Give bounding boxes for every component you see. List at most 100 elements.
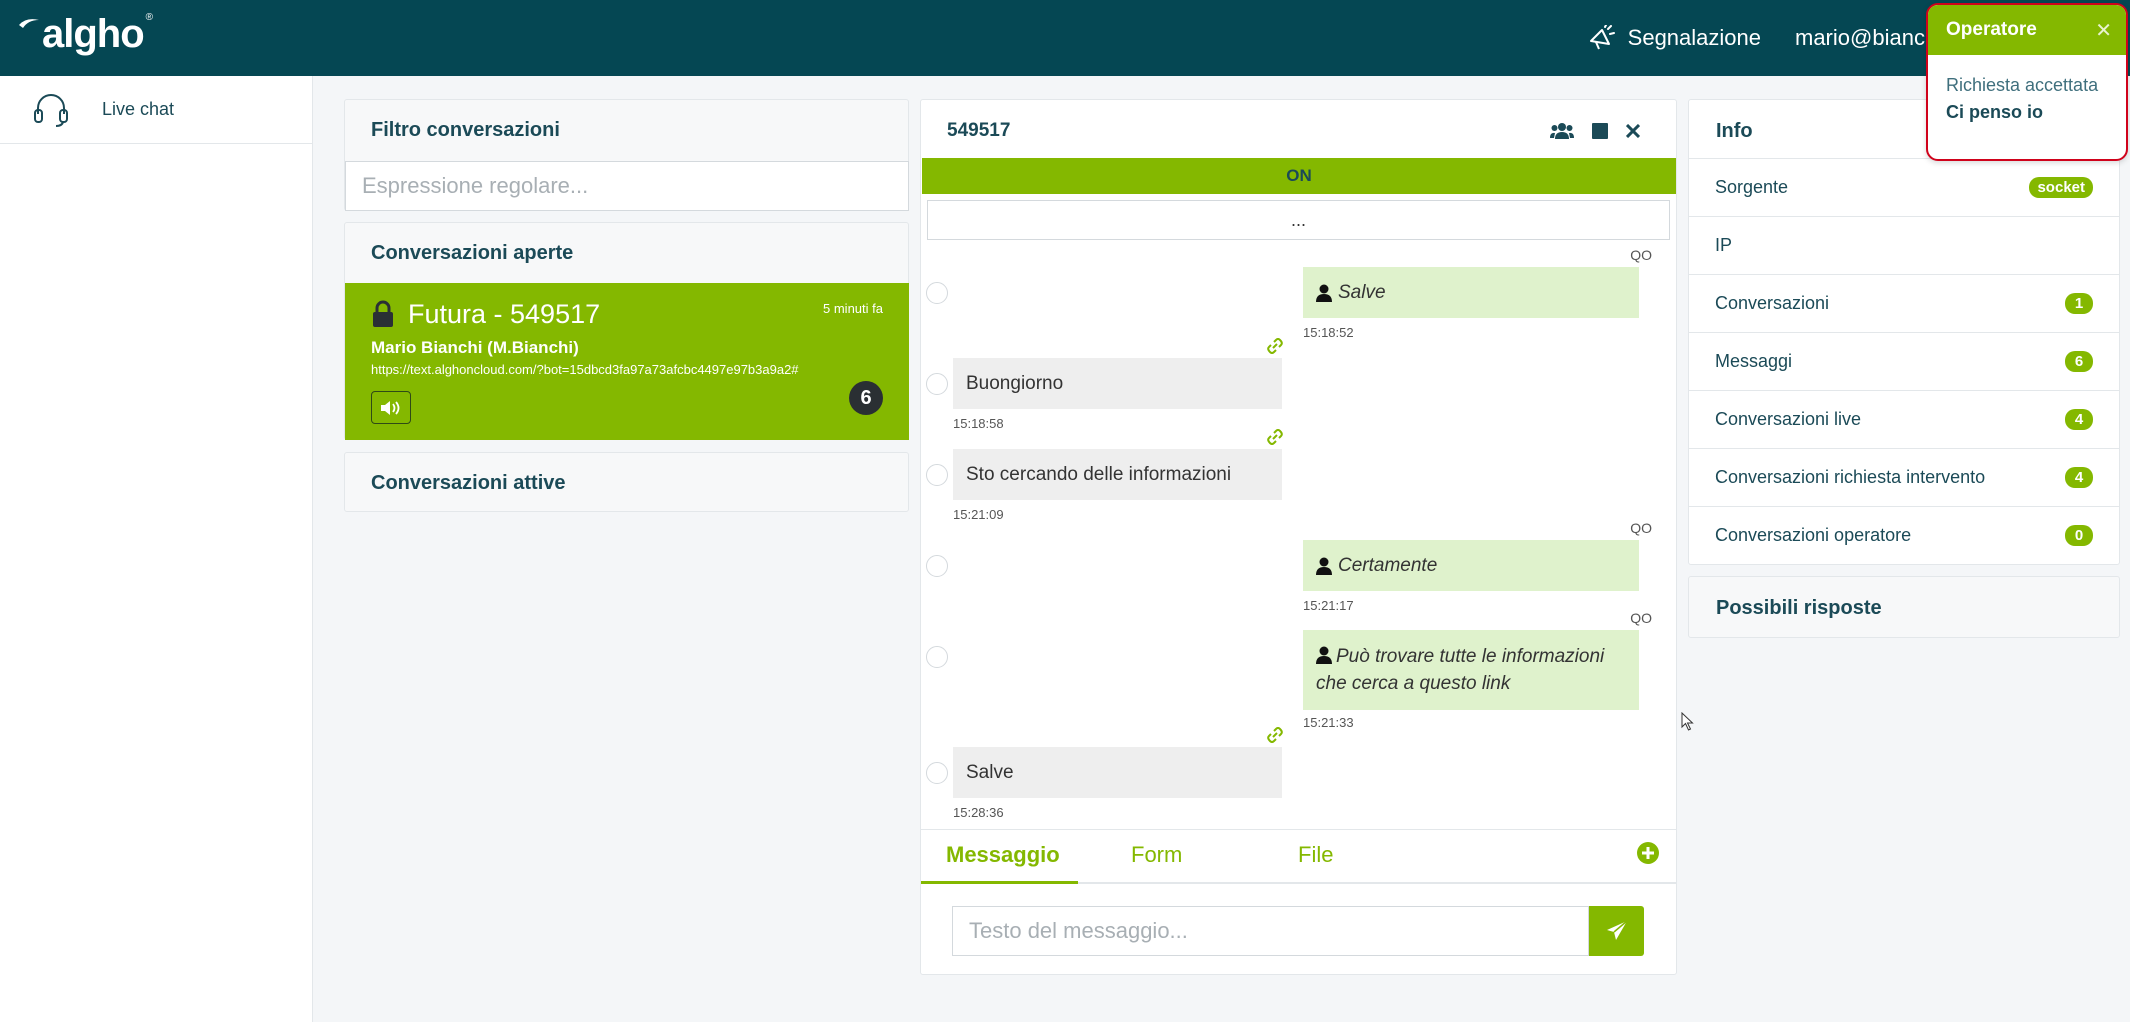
report-button[interactable]: Segnalazione <box>1588 25 1761 51</box>
user-message: Salve <box>953 747 1282 798</box>
message-time: 15:18:52 <box>1303 325 1354 340</box>
message-sender: QO <box>1630 610 1652 626</box>
message-select-radio[interactable] <box>926 464 948 486</box>
conversation-user: Mario Bianchi (M.Bianchi) <box>371 338 579 357</box>
info-title: Info <box>1716 120 1753 142</box>
message-sender: QO <box>1630 247 1652 263</box>
notification-message: Richiesta accettata <box>1946 75 2099 95</box>
report-label: Segnalazione <box>1627 25 1761 50</box>
message-select-radio[interactable] <box>926 282 948 304</box>
active-tab-indicator <box>921 881 1078 884</box>
sound-toggle-button[interactable] <box>371 391 411 424</box>
chat-id: 549517 <box>947 120 1011 141</box>
users-icon[interactable] <box>1550 122 1574 140</box>
message-time: 15:28:36 <box>953 805 1004 820</box>
info-row-conversazioni-operatore: Conversazioni operatore 0 <box>1689 506 2119 564</box>
link-icon[interactable] <box>1267 338 1283 354</box>
algho-logo[interactable]: algho ® <box>18 12 153 57</box>
link-icon[interactable] <box>1267 727 1283 743</box>
close-icon[interactable]: ✕ <box>2095 18 2112 43</box>
tab-form[interactable]: Form <box>1131 842 1182 868</box>
sidebar-item-label: Live chat <box>102 99 175 119</box>
logo-text: algho <box>42 12 145 56</box>
user-message: Buongiorno <box>953 358 1282 409</box>
possible-answers-panel[interactable]: Possibili risposte <box>1688 576 2120 638</box>
lock-icon <box>373 300 393 327</box>
info-row-conversazioni-live: Conversazioni live 4 <box>1689 390 2119 448</box>
message-text-line2: che cerca a questo link <box>1316 673 1511 694</box>
message-text: Certamente <box>1338 555 1438 576</box>
conversation-card[interactable]: Futura - 549517 5 minuti fa Mario Bianch… <box>345 283 909 440</box>
info-panel: Info Sorgente socket IP Conversazioni 1 … <box>1688 99 2120 565</box>
info-label: Conversazioni live <box>1715 409 1862 429</box>
conversation-url: https://text.alghoncloud.com/?bot=15dbcd… <box>371 362 799 377</box>
message-text-line1: Può trovare tutte le informazioni <box>1336 646 1605 667</box>
notification-header: Operatore ✕ <box>1928 5 2126 55</box>
info-badge: 6 <box>2065 351 2093 372</box>
open-conversations-panel: Conversazioni aperte Futura - 549517 5 m… <box>344 222 909 440</box>
user-icon <box>1316 646 1332 664</box>
tab-messaggio[interactable]: Messaggio <box>946 842 1060 868</box>
operator-notification: Operatore ✕ Richiesta accettata Ci penso… <box>1926 3 2128 161</box>
active-conversations-panel[interactable]: Conversazioni attive <box>344 452 909 512</box>
chat-status-bar: ON <box>922 158 1676 194</box>
message-time: 15:21:17 <box>1303 598 1354 613</box>
logo-registered-mark: ® <box>145 12 153 23</box>
info-label: Conversazioni richiesta intervento <box>1715 467 1986 487</box>
send-button[interactable] <box>1589 906 1644 956</box>
tab-file[interactable]: File <box>1298 842 1333 868</box>
megaphone-icon <box>1589 25 1615 50</box>
composer-tabs: Messaggio Form File <box>921 829 1677 884</box>
load-more-button[interactable]: ... <box>927 200 1670 240</box>
headset-icon <box>34 93 68 127</box>
filter-title: Filtro conversazioni <box>371 119 560 141</box>
info-row-messaggi: Messaggi 6 <box>1689 332 2119 390</box>
info-row-conversazioni: Conversazioni 1 <box>1689 274 2119 332</box>
message-time: 15:21:09 <box>953 507 1004 522</box>
message-select-radio[interactable] <box>926 762 948 784</box>
info-label: Messaggi <box>1715 351 1793 371</box>
message-time: 15:18:58 <box>953 416 1004 431</box>
paper-plane-icon <box>1606 920 1627 940</box>
active-conversations-title: Conversazioni attive <box>371 472 566 494</box>
message-text: Salve <box>1338 282 1386 303</box>
close-icon[interactable] <box>1626 124 1640 138</box>
message-select-radio[interactable] <box>926 555 948 577</box>
message-input[interactable] <box>952 906 1589 956</box>
user-message: Sto cercando delle informazioni <box>953 449 1282 500</box>
info-label: Sorgente <box>1715 177 1789 197</box>
chat-panel: 549517 ON ... QO Salve 15:18:52 Buongior… <box>920 99 1677 975</box>
add-circle-icon[interactable] <box>1637 842 1659 864</box>
bot-message: Può trovare tutte le informazioni che ce… <box>1303 630 1639 710</box>
sidebar-item-live-chat[interactable]: Live chat <box>0 76 312 144</box>
info-label: Conversazioni operatore <box>1715 525 1912 545</box>
logo-swoosh-icon <box>19 19 39 28</box>
message-sender: QO <box>1630 520 1652 536</box>
message-select-radio[interactable] <box>926 373 948 395</box>
mouse-cursor-icon <box>1681 712 1694 731</box>
user-icon <box>1316 284 1332 302</box>
notification-action-link[interactable]: Ci penso io <box>1946 102 2126 123</box>
conversation-title: Futura - 549517 <box>408 299 601 329</box>
unread-count-badge: 6 <box>849 381 883 415</box>
link-icon[interactable] <box>1267 429 1283 445</box>
info-badge: 4 <box>2065 467 2093 488</box>
info-badge: 1 <box>2065 293 2093 314</box>
info-row-ip: IP <box>1689 216 2119 274</box>
info-label: IP <box>1715 235 1733 255</box>
stop-icon[interactable] <box>1592 123 1608 139</box>
user-icon <box>1316 557 1332 575</box>
info-row-richiesta-intervento: Conversazioni richiesta intervento 4 <box>1689 448 2119 506</box>
filter-panel: Filtro conversazioni <box>344 99 909 211</box>
chat-actions <box>1550 122 1640 140</box>
bot-message: Certamente <box>1303 540 1639 591</box>
message-time: 15:21:33 <box>1303 715 1354 730</box>
info-label: Conversazioni <box>1715 293 1830 313</box>
possible-answers-title: Possibili risposte <box>1716 597 1882 619</box>
info-badge: socket <box>2029 177 2093 198</box>
speaker-icon <box>381 400 400 415</box>
bot-message: Salve <box>1303 267 1639 318</box>
sidebar: Live chat <box>0 76 313 1022</box>
filter-input[interactable] <box>345 161 909 211</box>
message-select-radio[interactable] <box>926 646 948 668</box>
